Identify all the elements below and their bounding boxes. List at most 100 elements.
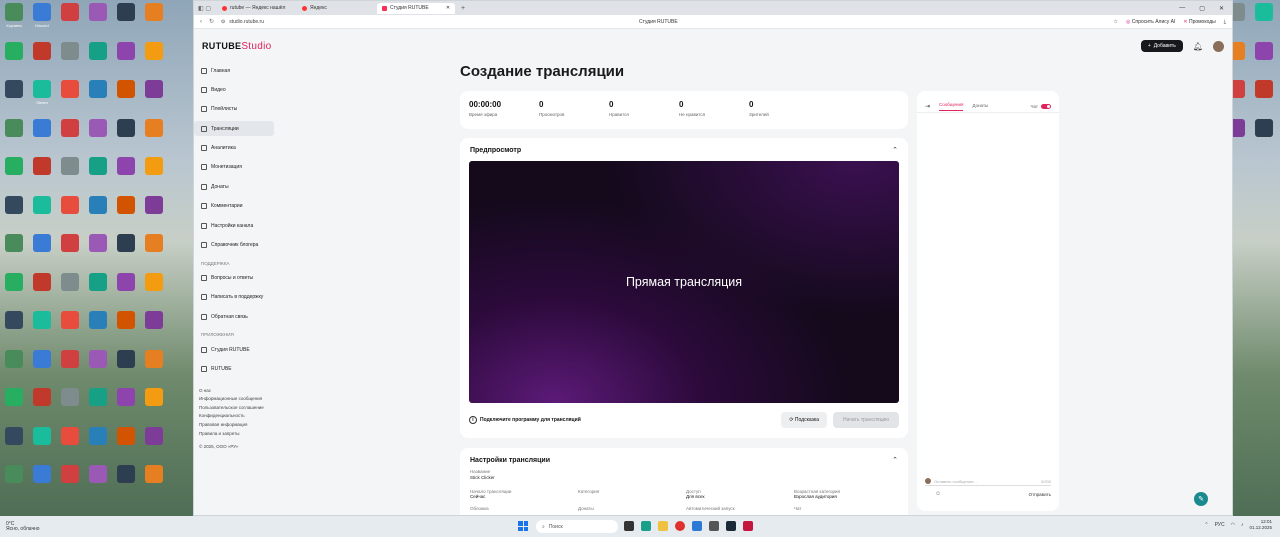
desktop-shortcut[interactable] bbox=[0, 116, 28, 154]
desktop-shortcut[interactable] bbox=[28, 193, 56, 231]
add-button[interactable]: + Добавить bbox=[1140, 40, 1183, 52]
sidebar-item-donate[interactable]: Донаты bbox=[194, 179, 276, 194]
desktop-shortcut[interactable]: Корзина bbox=[0, 0, 28, 38]
desktop-shortcut[interactable] bbox=[140, 462, 168, 500]
settings-name[interactable]: Название Stick Clicker bbox=[470, 469, 495, 480]
tab-yandex-search[interactable]: rutube — Яндекс нашёл bbox=[217, 3, 295, 14]
desktop-shortcut[interactable] bbox=[56, 231, 84, 269]
desktop-shortcut[interactable] bbox=[0, 347, 28, 385]
sidebar-item-rutube-app[interactable]: RUTUBE bbox=[194, 362, 276, 377]
send-button[interactable]: Отправить bbox=[1029, 492, 1051, 497]
desktop-shortcut[interactable] bbox=[28, 270, 56, 308]
desktop-shortcut[interactable] bbox=[56, 462, 84, 500]
desktop-shortcut[interactable] bbox=[112, 77, 140, 115]
settings-field[interactable]: Чат bbox=[794, 506, 801, 511]
desktop-shortcut[interactable] bbox=[0, 231, 28, 269]
collapse-chat-icon[interactable]: ⇥ bbox=[925, 103, 930, 110]
footer-link[interactable]: Информационные сообщения bbox=[194, 395, 276, 404]
sidebar-item-playlist[interactable]: Плейлисты bbox=[194, 102, 276, 117]
close-window-icon[interactable]: ✕ bbox=[1219, 5, 1224, 12]
desktop-shortcut[interactable]: Steam bbox=[28, 77, 56, 115]
minimize-icon[interactable]: — bbox=[1179, 5, 1185, 12]
desktop-shortcut[interactable] bbox=[84, 154, 112, 192]
desktop-shortcut[interactable] bbox=[112, 0, 140, 38]
desktop-shortcut[interactable] bbox=[1250, 0, 1278, 38]
desktop-shortcut[interactable] bbox=[84, 347, 112, 385]
alice-button[interactable]: ◎ Спросить Алису AI bbox=[1126, 19, 1175, 25]
desktop-shortcut[interactable] bbox=[28, 385, 56, 423]
settings-field[interactable]: Доступ Для всех bbox=[686, 489, 705, 499]
desktop-shortcut[interactable] bbox=[0, 424, 28, 462]
desktop-shortcut[interactable] bbox=[84, 424, 112, 462]
toggle-switch[interactable] bbox=[1041, 104, 1051, 109]
steam-icon[interactable] bbox=[726, 521, 736, 531]
settings-field[interactable]: Возрастная категория Взрослая аудитория bbox=[794, 489, 840, 499]
desktop-shortcut[interactable] bbox=[112, 39, 140, 77]
desktop-shortcut[interactable] bbox=[56, 154, 84, 192]
desktop-shortcut[interactable] bbox=[28, 462, 56, 500]
url-field[interactable]: studio.rutube.ru bbox=[229, 19, 264, 25]
sidebar-item-settings[interactable]: Настройки канала bbox=[194, 218, 276, 233]
settings-field[interactable]: Начало трансляции Сейчас bbox=[470, 489, 511, 499]
desktop-shortcut[interactable] bbox=[112, 308, 140, 346]
settings-field[interactable]: Обложка bbox=[470, 506, 489, 511]
settings-field[interactable]: Автоматический запуск bbox=[686, 506, 735, 511]
tab-messages[interactable]: Сообщения bbox=[939, 102, 964, 111]
desktop-shortcut[interactable] bbox=[112, 231, 140, 269]
desktop-shortcut[interactable] bbox=[56, 77, 84, 115]
desktop-shortcut[interactable] bbox=[112, 154, 140, 192]
new-tab-button[interactable]: + bbox=[457, 5, 469, 12]
desktop-shortcut[interactable] bbox=[140, 308, 168, 346]
rutube-studio-logo[interactable]: RUTUBEStudio bbox=[202, 41, 271, 52]
footer-link[interactable]: Конфиденциальность bbox=[194, 412, 276, 421]
desktop-shortcut[interactable] bbox=[84, 385, 112, 423]
emoji-icon[interactable]: ☺ bbox=[935, 491, 941, 497]
desktop-shortcut[interactable] bbox=[1250, 116, 1278, 154]
sidebar-item-broadcast[interactable]: Трансляции bbox=[194, 121, 274, 137]
tab-actions-icon[interactable]: ◧ ▢ bbox=[198, 5, 215, 12]
settings-field[interactable]: Донаты bbox=[578, 506, 594, 511]
reload-icon[interactable]: ↻ bbox=[209, 18, 214, 25]
desktop-shortcut[interactable] bbox=[56, 116, 84, 154]
language-indicator[interactable]: РУС bbox=[1215, 522, 1225, 528]
desktop-shortcut[interactable] bbox=[112, 116, 140, 154]
sidebar-item-money[interactable]: Монетизация bbox=[194, 160, 276, 175]
desktop-shortcut[interactable] bbox=[1250, 77, 1278, 115]
desktop-shortcut[interactable] bbox=[28, 154, 56, 192]
desktop-shortcut[interactable] bbox=[0, 39, 28, 77]
desktop-shortcut[interactable] bbox=[1250, 39, 1278, 77]
avatar[interactable] bbox=[1213, 40, 1224, 52]
yandex-browser-icon[interactable] bbox=[675, 521, 685, 531]
footer-link[interactable]: О нас bbox=[194, 387, 276, 396]
desktop-shortcut[interactable] bbox=[84, 193, 112, 231]
tab-yandex[interactable]: Яндекс bbox=[297, 3, 375, 14]
task-view-icon[interactable] bbox=[624, 521, 634, 531]
desktop-shortcut[interactable] bbox=[56, 270, 84, 308]
desktop-shortcut[interactable] bbox=[140, 39, 168, 77]
sidebar-item-studio-app[interactable]: Студия RUTUBE bbox=[194, 342, 276, 357]
desktop-shortcut[interactable] bbox=[112, 385, 140, 423]
desktop-shortcut[interactable] bbox=[140, 0, 168, 38]
desktop-shortcut[interactable] bbox=[56, 193, 84, 231]
desktop-shortcut[interactable] bbox=[112, 462, 140, 500]
close-icon[interactable]: ✕ bbox=[446, 5, 450, 11]
taskbar-search[interactable]: ⌕ Поиск bbox=[536, 520, 618, 533]
desktop-shortcut[interactable] bbox=[112, 270, 140, 308]
desktop-shortcut[interactable] bbox=[112, 193, 140, 231]
desktop-shortcut[interactable] bbox=[84, 116, 112, 154]
desktop-shortcut[interactable] bbox=[56, 39, 84, 77]
clock[interactable]: 12:01 01.12.2025 bbox=[1249, 519, 1272, 531]
footer-link[interactable]: Правовая информация bbox=[194, 421, 276, 430]
desktop-shortcut[interactable] bbox=[28, 424, 56, 462]
desktop-shortcut[interactable] bbox=[84, 77, 112, 115]
desktop-shortcut[interactable] bbox=[140, 270, 168, 308]
desktop-shortcut[interactable] bbox=[28, 231, 56, 269]
wifi-icon[interactable]: ◠ bbox=[1231, 522, 1235, 528]
explorer-icon[interactable] bbox=[658, 521, 668, 531]
desktop-shortcut[interactable] bbox=[84, 0, 112, 38]
desktop-shortcut[interactable] bbox=[56, 308, 84, 346]
download-icon[interactable]: ⤓ bbox=[1224, 19, 1226, 25]
sidebar-item-mail[interactable]: Написать в поддержку bbox=[194, 290, 276, 305]
desktop-shortcut[interactable] bbox=[56, 0, 84, 38]
chevron-up-icon[interactable]: ⌃ bbox=[1204, 522, 1208, 528]
